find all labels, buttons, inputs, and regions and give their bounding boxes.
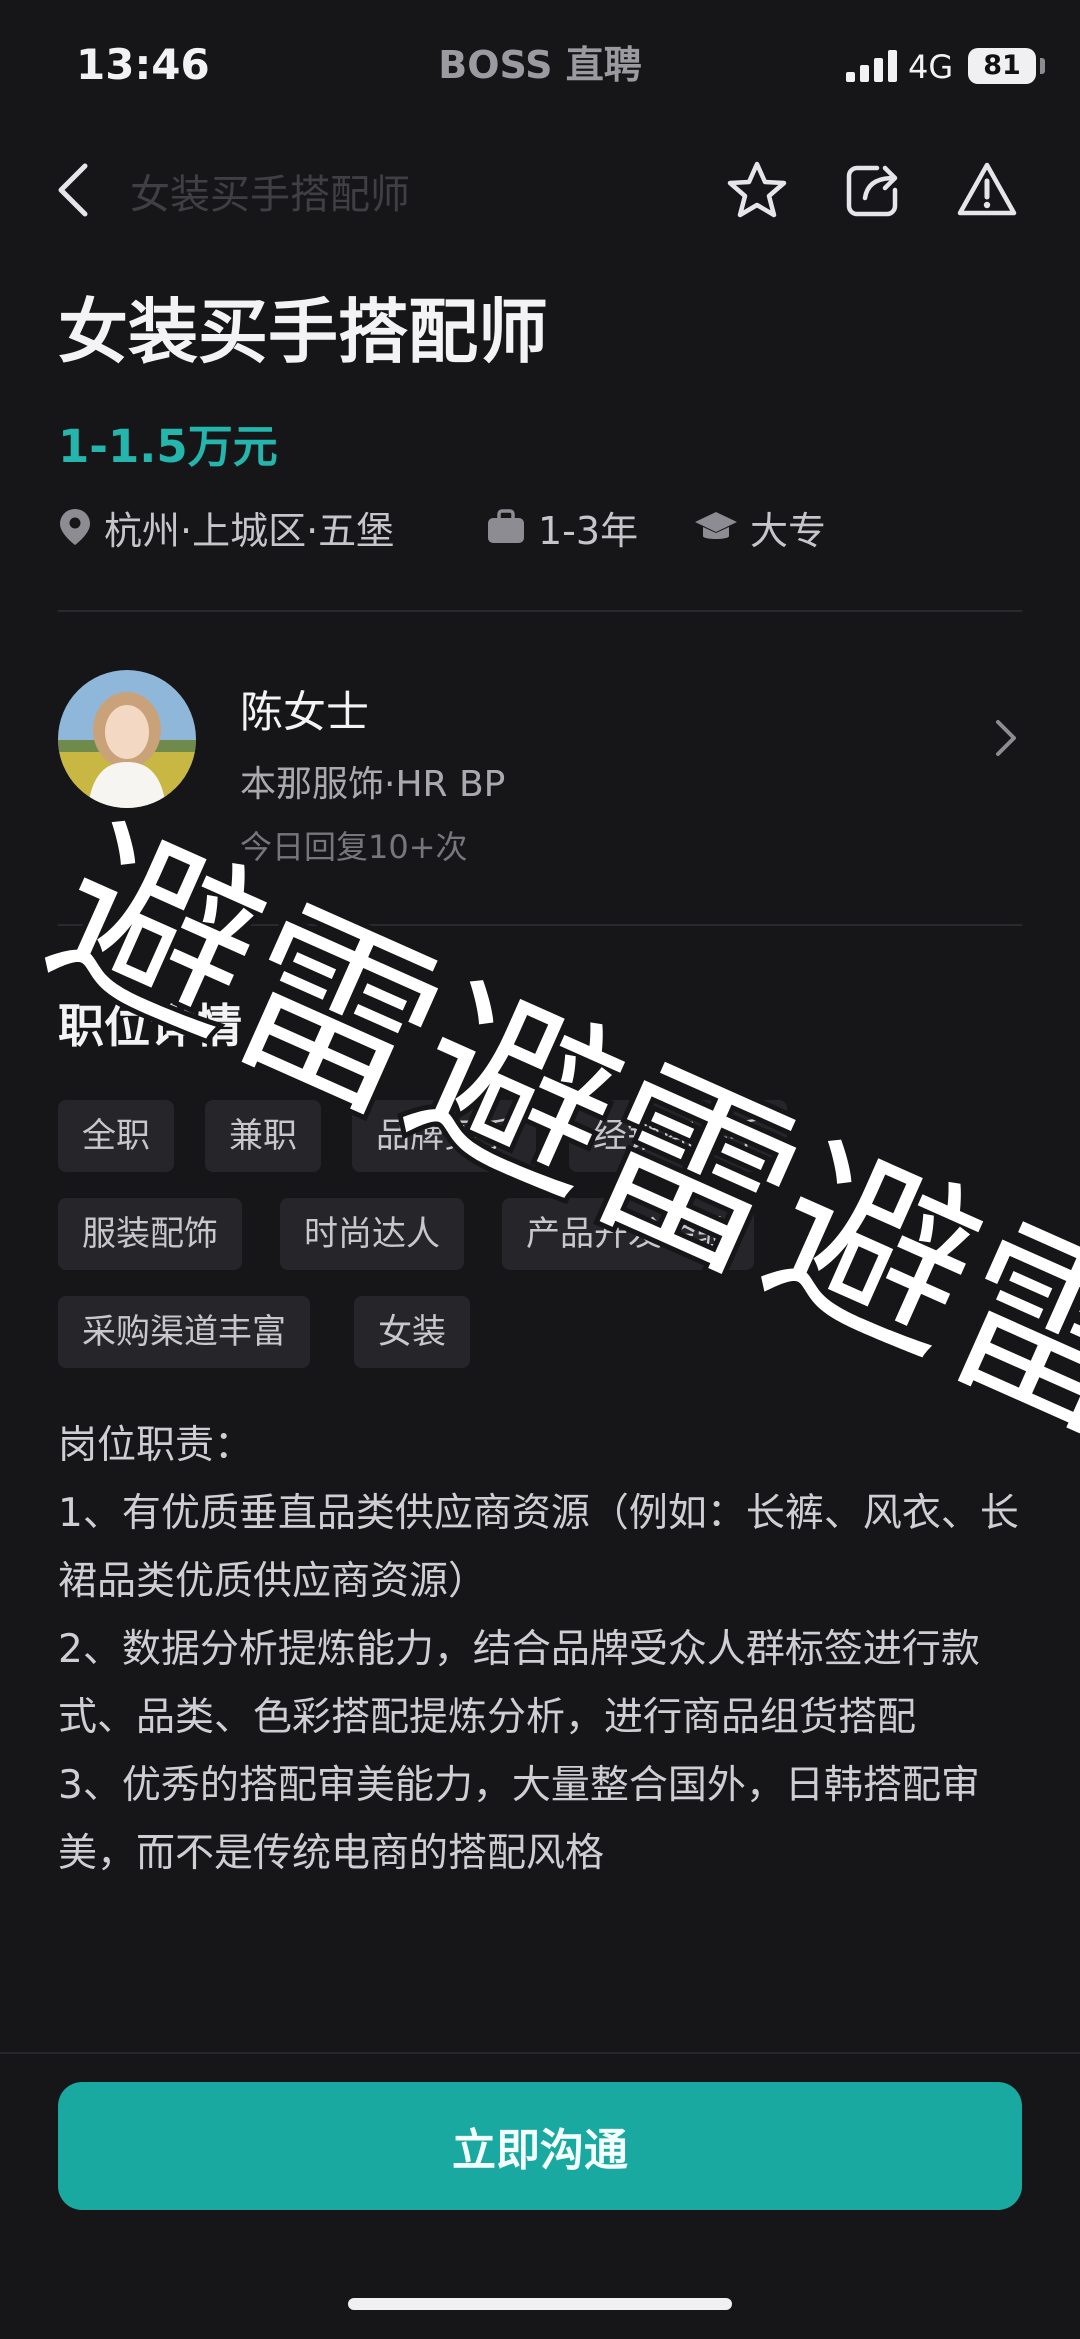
description-item: 3、优秀的搭配审美能力，大量整合国外，日韩搭配审美，而不是传统电商的搭配风格 [58,1763,980,1876]
overlay-text: 避雷避雷避雷 [21,790,1080,1477]
education: 大专 [694,502,827,553]
chevron-right-icon[interactable] [994,718,1018,762]
job-description: 岗位职责： 1、有优质垂直品类供应商资源（例如：长裤、风衣、长裙品类优质供应商资… [58,1412,1028,1888]
nav-bar: 女装买手搭配师 [0,140,1080,240]
signal-icon [846,50,897,82]
divider [58,924,1022,926]
recruiter-reply-rate: 今日回复10+次 [240,828,468,866]
battery-indicator: 81 [968,48,1036,84]
divider [58,610,1022,612]
back-icon[interactable] [38,155,108,225]
section-title-job-details: 职位详情 [58,999,242,1053]
location-pin-icon [60,509,90,545]
job-tag: 品牌买手 [352,1100,536,1172]
job-tag: 服装配饰 [58,1198,242,1270]
battery-tip [1040,58,1045,74]
recruiter-name[interactable]: 陈女士 [240,678,369,740]
job-tag: 采购渠道丰富 [58,1296,310,1368]
status-bar: 13:46 BOSS 直聘 4G 81 [0,0,1080,130]
job-tag: 女装 [354,1296,470,1368]
salary: 1-1.5万元 [58,420,278,473]
avatar-photo [58,670,196,808]
job-tag: 时尚达人 [280,1198,464,1270]
share-icon[interactable] [838,155,908,225]
briefcase-icon [488,509,524,543]
location: 杭州·上城区·五堡 [58,502,395,553]
description-heading: 岗位职责： [58,1423,254,1468]
star-icon[interactable] [722,155,792,225]
bottom-divider [0,2052,1080,2054]
description-item: 2、数据分析提炼能力，结合品牌受众人群标签进行款式、品类、色彩搭配提炼分析，进行… [58,1627,980,1740]
avatar[interactable] [58,670,196,808]
experience-text: 1-3年 [538,508,639,553]
job-tag: 兼职 [205,1100,321,1172]
report-warning-icon[interactable] [952,155,1022,225]
location-text: 杭州·上城区·五堡 [104,508,395,553]
chat-now-button[interactable]: 立即沟通 [58,2082,1022,2210]
experience: 1-3年 [486,502,639,553]
education-text: 大专 [750,508,827,553]
graduation-cap-icon [695,512,737,539]
recruiter-company: 本那服饰·HR BP [240,764,506,805]
job-tag: 全职 [58,1100,174,1172]
job-tag: 产品开发经验 [502,1198,754,1270]
home-indicator[interactable] [348,2298,732,2310]
job-title: 女装买手搭配师 [58,291,548,373]
job-tag: 经销商买手 [569,1100,787,1172]
nav-title: 女装买手搭配师 [130,172,410,218]
description-item: 1、有优质垂直品类供应商资源（例如：长裤、风衣、长裙品类优质供应商资源） [58,1491,1019,1604]
network-type: 4G [908,48,954,86]
